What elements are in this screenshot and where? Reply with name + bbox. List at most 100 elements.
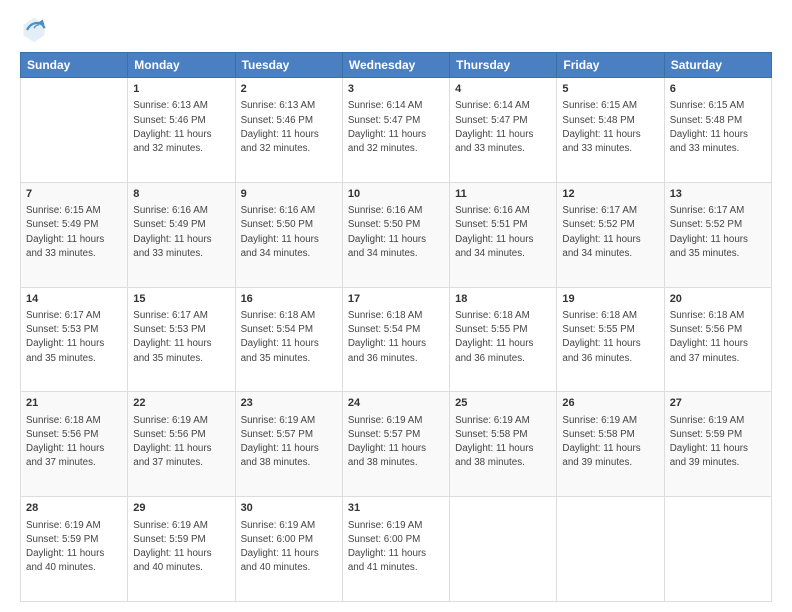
day-number: 11 [455,187,551,202]
day-number: 29 [133,501,229,516]
calendar-week-3: 14Sunrise: 6:17 AM Sunset: 5:53 PM Dayli… [21,287,772,392]
calendar-cell: 2 Sunrise: 6:13 AM Sunset: 5:46 PM Daylig… [235,78,342,183]
day-info: Sunrise: 6:13 AM Sunset: 5:46 PM Dayligh… [241,100,319,154]
day-info: Sunrise: 6:18 AM Sunset: 5:55 PM Dayligh… [455,310,533,364]
day-info: Sunrise: 6:18 AM Sunset: 5:54 PM Dayligh… [241,310,319,364]
day-info: Sunrise: 6:17 AM Sunset: 5:53 PM Dayligh… [26,310,104,364]
day-number: 8 [133,187,229,202]
day-info: Sunrise: 6:14 AM Sunset: 5:47 PM Dayligh… [348,100,426,154]
calendar-cell: 8 Sunrise: 6:16 AM Sunset: 5:49 PM Daylig… [128,182,235,287]
weekday-monday: Monday [128,53,235,78]
calendar-cell [21,78,128,183]
day-number: 31 [348,501,444,516]
day-info: Sunrise: 6:18 AM Sunset: 5:54 PM Dayligh… [348,310,426,364]
day-info: Sunrise: 6:15 AM Sunset: 5:48 PM Dayligh… [670,100,748,154]
day-info: Sunrise: 6:19 AM Sunset: 6:00 PM Dayligh… [241,520,319,574]
day-info: Sunrise: 6:18 AM Sunset: 5:56 PM Dayligh… [26,415,104,469]
page: SundayMondayTuesdayWednesdayThursdayFrid… [0,0,792,612]
calendar-cell [557,497,664,602]
weekday-sunday: Sunday [21,53,128,78]
calendar-cell: 21 Sunrise: 6:18 AM Sunset: 5:56 PM Dayli… [21,392,128,497]
day-number: 4 [455,82,551,97]
day-number: 5 [562,82,658,97]
day-number: 18 [455,292,551,307]
weekday-tuesday: Tuesday [235,53,342,78]
calendar-cell: 9 Sunrise: 6:16 AM Sunset: 5:50 PM Daylig… [235,182,342,287]
calendar-table: SundayMondayTuesdayWednesdayThursdayFrid… [20,52,772,602]
day-number: 26 [562,396,658,411]
day-number: 30 [241,501,337,516]
weekday-friday: Friday [557,53,664,78]
day-info: Sunrise: 6:17 AM Sunset: 5:52 PM Dayligh… [670,205,748,259]
day-number: 19 [562,292,658,307]
day-number: 12 [562,187,658,202]
day-info: Sunrise: 6:19 AM Sunset: 6:00 PM Dayligh… [348,520,426,574]
calendar-cell: 28 Sunrise: 6:19 AM Sunset: 5:59 PM Dayli… [21,497,128,602]
calendar-cell: 22 Sunrise: 6:19 AM Sunset: 5:56 PM Dayli… [128,392,235,497]
calendar-cell: 12 Sunrise: 6:17 AM Sunset: 5:52 PM Dayli… [557,182,664,287]
day-number: 28 [26,501,122,516]
day-number: 10 [348,187,444,202]
calendar-cell: 30 Sunrise: 6:19 AM Sunset: 6:00 PM Dayli… [235,497,342,602]
day-info: Sunrise: 6:15 AM Sunset: 5:49 PM Dayligh… [26,205,104,259]
day-number: 7 [26,187,122,202]
day-info: Sunrise: 6:17 AM Sunset: 5:53 PM Dayligh… [133,310,211,364]
day-info: Sunrise: 6:16 AM Sunset: 5:51 PM Dayligh… [455,205,533,259]
day-number: 20 [670,292,766,307]
day-info: Sunrise: 6:19 AM Sunset: 5:58 PM Dayligh… [455,415,533,469]
day-info: Sunrise: 6:16 AM Sunset: 5:50 PM Dayligh… [348,205,426,259]
calendar-body: 1Sunrise: 6:13 AM Sunset: 5:46 PM Daylig… [21,78,772,602]
day-info: Sunrise: 6:16 AM Sunset: 5:49 PM Dayligh… [133,205,211,259]
weekday-thursday: Thursday [450,53,557,78]
logo-icon [20,16,48,44]
calendar-cell [664,497,771,602]
calendar-week-4: 21 Sunrise: 6:18 AM Sunset: 5:56 PM Dayli… [21,392,772,497]
calendar-cell: 25 Sunrise: 6:19 AM Sunset: 5:58 PM Dayli… [450,392,557,497]
day-number: 17 [348,292,444,307]
day-info: Sunrise: 6:18 AM Sunset: 5:55 PM Dayligh… [562,310,640,364]
calendar-week-1: 1Sunrise: 6:13 AM Sunset: 5:46 PM Daylig… [21,78,772,183]
calendar-cell: 1Sunrise: 6:13 AM Sunset: 5:46 PM Daylig… [128,78,235,183]
calendar-cell: 31 Sunrise: 6:19 AM Sunset: 6:00 PM Dayli… [342,497,449,602]
calendar-cell: 15 Sunrise: 6:17 AM Sunset: 5:53 PM Dayli… [128,287,235,392]
day-number: 21 [26,396,122,411]
day-info: Sunrise: 6:19 AM Sunset: 5:59 PM Dayligh… [670,415,748,469]
day-info: Sunrise: 6:19 AM Sunset: 5:59 PM Dayligh… [26,520,104,574]
day-info: Sunrise: 6:19 AM Sunset: 5:56 PM Dayligh… [133,415,211,469]
day-info: Sunrise: 6:17 AM Sunset: 5:52 PM Dayligh… [562,205,640,259]
day-number: 15 [133,292,229,307]
calendar-cell: 6 Sunrise: 6:15 AM Sunset: 5:48 PM Daylig… [664,78,771,183]
day-number: 27 [670,396,766,411]
day-info: Sunrise: 6:19 AM Sunset: 5:58 PM Dayligh… [562,415,640,469]
day-number: 9 [241,187,337,202]
header [20,16,772,44]
calendar-cell: 13 Sunrise: 6:17 AM Sunset: 5:52 PM Dayli… [664,182,771,287]
day-number: 23 [241,396,337,411]
day-number: 3 [348,82,444,97]
calendar-cell: 24Sunrise: 6:19 AM Sunset: 5:57 PM Dayli… [342,392,449,497]
day-info: Sunrise: 6:18 AM Sunset: 5:56 PM Dayligh… [670,310,748,364]
day-info: Sunrise: 6:16 AM Sunset: 5:50 PM Dayligh… [241,205,319,259]
calendar-cell: 3 Sunrise: 6:14 AM Sunset: 5:47 PM Daylig… [342,78,449,183]
calendar-header: SundayMondayTuesdayWednesdayThursdayFrid… [21,53,772,78]
day-number: 22 [133,396,229,411]
day-number: 16 [241,292,337,307]
calendar-cell: 5Sunrise: 6:15 AM Sunset: 5:48 PM Daylig… [557,78,664,183]
calendar-cell: 29 Sunrise: 6:19 AM Sunset: 5:59 PM Dayli… [128,497,235,602]
day-info: Sunrise: 6:19 AM Sunset: 5:59 PM Dayligh… [133,520,211,574]
calendar-cell: 4 Sunrise: 6:14 AM Sunset: 5:47 PM Daylig… [450,78,557,183]
day-info: Sunrise: 6:14 AM Sunset: 5:47 PM Dayligh… [455,100,533,154]
calendar-cell: 10 Sunrise: 6:16 AM Sunset: 5:50 PM Dayli… [342,182,449,287]
calendar-cell: 18 Sunrise: 6:18 AM Sunset: 5:55 PM Dayli… [450,287,557,392]
calendar-cell: 7 Sunrise: 6:15 AM Sunset: 5:49 PM Daylig… [21,182,128,287]
calendar-cell: 16 Sunrise: 6:18 AM Sunset: 5:54 PM Dayli… [235,287,342,392]
calendar-cell: 14Sunrise: 6:17 AM Sunset: 5:53 PM Dayli… [21,287,128,392]
day-number: 13 [670,187,766,202]
day-number: 6 [670,82,766,97]
day-number: 25 [455,396,551,411]
weekday-wednesday: Wednesday [342,53,449,78]
calendar-cell: 17 Sunrise: 6:18 AM Sunset: 5:54 PM Dayli… [342,287,449,392]
calendar-cell: 23Sunrise: 6:19 AM Sunset: 5:57 PM Dayli… [235,392,342,497]
calendar-cell: 26 Sunrise: 6:19 AM Sunset: 5:58 PM Dayli… [557,392,664,497]
day-number: 2 [241,82,337,97]
